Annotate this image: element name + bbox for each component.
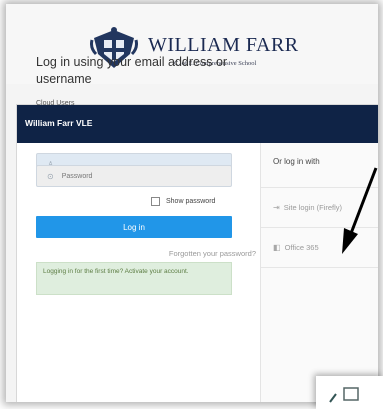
screenshot-frame: WILLIAM FARR C. of E. Comprehensive Scho… [6,4,378,402]
partial-window-icon [329,387,359,403]
partial-overlay-window [316,376,383,409]
pointer-arrow-icon [342,167,378,254]
